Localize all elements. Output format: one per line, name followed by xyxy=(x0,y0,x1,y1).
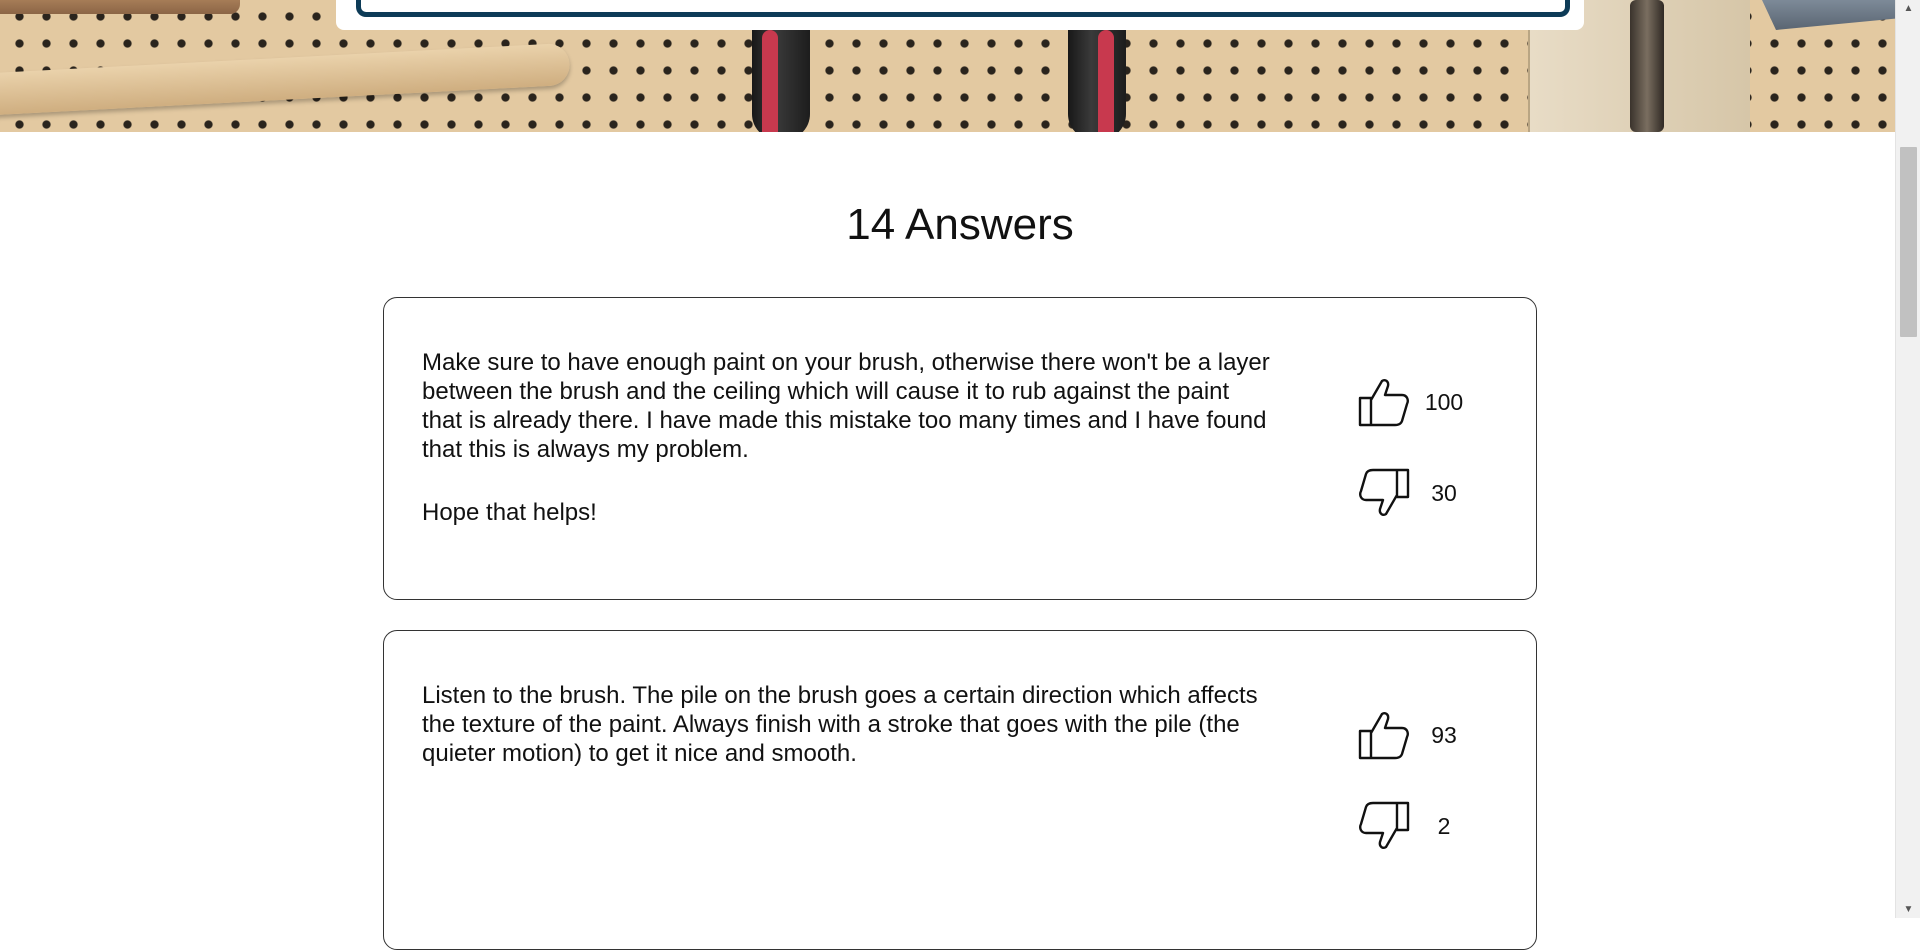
answer-body: Listen to the brush. The pile on the bru… xyxy=(422,681,1272,802)
scrollbar[interactable]: ▲ ▼ xyxy=(1895,0,1920,918)
upvote-control: 100 xyxy=(1354,374,1494,430)
hero-tool-blade xyxy=(1762,0,1895,30)
answer-paragraph: Listen to the brush. The pile on the bru… xyxy=(422,682,1258,767)
answer-card: Make sure to have enough paint on your b… xyxy=(383,297,1537,600)
answer-paragraph: Make sure to have enough paint on your b… xyxy=(422,349,1270,463)
hero-banner xyxy=(0,0,1895,132)
hero-wood-shelf xyxy=(0,42,571,116)
upvote-count: 93 xyxy=(1431,721,1457,748)
answers-heading: 14 Answers xyxy=(846,200,1074,249)
scroll-down-arrow-icon[interactable]: ▼ xyxy=(1896,901,1920,918)
downvote-control: 2 xyxy=(1354,798,1494,854)
upvote-count: 100 xyxy=(1424,388,1464,415)
thumbs-up-icon[interactable] xyxy=(1354,707,1414,763)
thumbs-down-icon[interactable] xyxy=(1354,465,1414,521)
search-card xyxy=(336,0,1584,30)
hero-wood-piece xyxy=(0,0,240,14)
thumbs-down-icon[interactable] xyxy=(1354,798,1414,854)
scroll-up-arrow-icon[interactable]: ▲ xyxy=(1896,0,1920,17)
answer-body: Make sure to have enough paint on your b… xyxy=(422,348,1272,561)
downvote-control: 30 xyxy=(1354,465,1494,521)
downvote-count: 2 xyxy=(1437,812,1451,839)
upvote-control: 93 xyxy=(1354,707,1494,763)
answer-card: Listen to the brush. The pile on the bru… xyxy=(383,630,1537,950)
downvote-count: 30 xyxy=(1431,479,1457,506)
search-input[interactable] xyxy=(356,0,1570,17)
answer-paragraph: Hope that helps! xyxy=(422,499,597,526)
thumbs-up-icon[interactable] xyxy=(1354,374,1414,430)
